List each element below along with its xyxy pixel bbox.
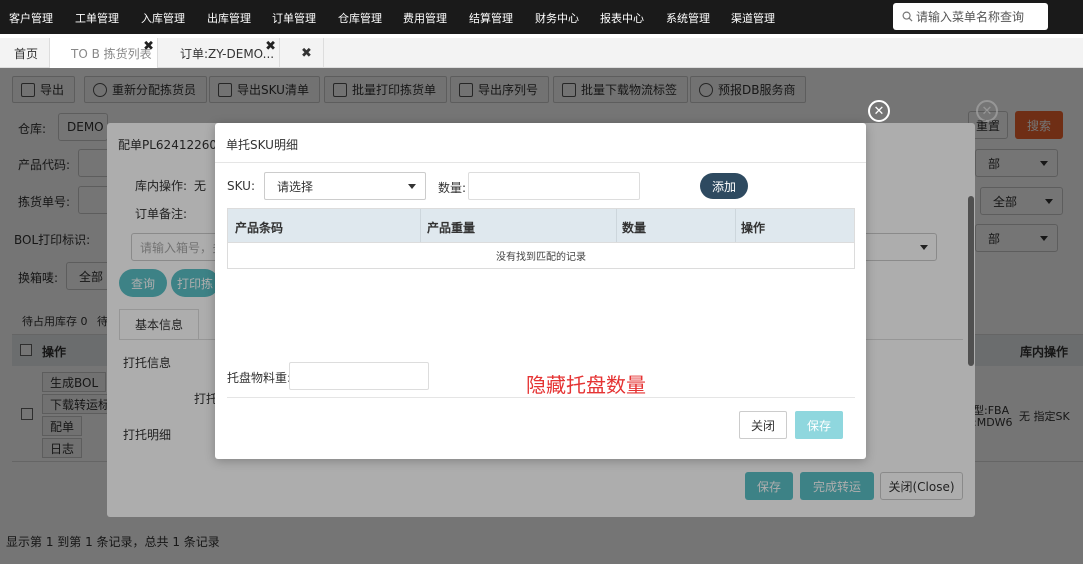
- tab-bar: 首页 TO B 拣货列表 ✖ 订单:ZY-DEMO... ✖: [0, 38, 1083, 68]
- search-icon: [902, 11, 913, 22]
- nav-item-fee[interactable]: 费用管理: [403, 10, 447, 26]
- pallet-weight-label: 托盘物料重:: [227, 371, 292, 385]
- close-button[interactable]: 关闭: [739, 411, 787, 439]
- close-icon[interactable]: ✖: [143, 39, 154, 54]
- empty-state: 没有找到匹配的记录: [228, 242, 854, 268]
- annotation-text: 隐藏托盘数量: [526, 373, 646, 397]
- nav-item-warehouse[interactable]: 仓库管理: [338, 10, 382, 26]
- chevron-down-icon: [408, 184, 416, 189]
- column-header: 产品重量: [427, 221, 476, 235]
- tab-label: TO B 拣货列表: [71, 46, 152, 61]
- select-value: 请选择: [277, 179, 314, 194]
- nav-item-customer[interactable]: 客户管理: [9, 10, 53, 26]
- top-nav: 客户管理 工单管理 入库管理 出库管理 订单管理 仓库管理 费用管理 结算管理 …: [0, 0, 1083, 34]
- nav-item-outbound[interactable]: 出库管理: [207, 10, 251, 26]
- nav-item-system[interactable]: 系统管理: [666, 10, 710, 26]
- tab-tob-picking-list[interactable]: TO B 拣货列表 ✖: [50, 38, 158, 68]
- save-button[interactable]: 保存: [795, 411, 843, 439]
- nav-item-report[interactable]: 报表中心: [600, 10, 644, 26]
- sku-table: 产品条码 产品重量 数量 操作 没有找到匹配的记录: [227, 208, 855, 269]
- modal-title: 单托SKU明细: [226, 138, 298, 152]
- close-icon[interactable]: ✕: [868, 100, 890, 122]
- column-header: 产品条码: [235, 221, 284, 235]
- column-header: 数量: [622, 221, 647, 235]
- nav-item-finance[interactable]: 财务中心: [535, 10, 579, 26]
- nav-item-settlement[interactable]: 结算管理: [469, 10, 513, 26]
- menu-search-box: [893, 3, 1048, 30]
- sku-label: SKU:: [227, 179, 255, 193]
- pallet-weight-input[interactable]: [289, 362, 429, 390]
- nav-item-channel[interactable]: 渠道管理: [731, 10, 775, 26]
- tab-label: 订单:ZY-DEMO...: [180, 46, 275, 61]
- sku-select[interactable]: 请选择: [264, 172, 426, 200]
- nav-item-inbound[interactable]: 入库管理: [141, 10, 185, 26]
- qty-label: 数量:: [438, 181, 467, 195]
- tab-label: 首页: [14, 46, 39, 61]
- pallet-sku-detail-modal: 单托SKU明细 SKU: 请选择 数量: 添加 产品条码 产品重量 数量 操作 …: [215, 123, 866, 459]
- divider: [215, 162, 866, 163]
- table-header: 产品条码 产品重量 数量 操作: [228, 209, 854, 242]
- close-all-tabs-icon[interactable]: ✖: [290, 38, 324, 68]
- tab-order[interactable]: 订单:ZY-DEMO... ✖: [158, 38, 280, 68]
- column-separator: [735, 209, 736, 242]
- column-separator: [616, 209, 617, 242]
- divider: [227, 397, 855, 398]
- nav-item-workorder[interactable]: 工单管理: [75, 10, 119, 26]
- menu-search-input[interactable]: [916, 9, 1041, 24]
- nav-item-order[interactable]: 订单管理: [272, 10, 316, 26]
- column-separator: [420, 209, 421, 242]
- add-button[interactable]: 添加: [700, 173, 748, 199]
- column-header: 操作: [741, 221, 766, 235]
- qty-input[interactable]: [468, 172, 640, 200]
- tab-home[interactable]: 首页: [0, 38, 50, 68]
- close-icon[interactable]: ✖: [265, 39, 276, 54]
